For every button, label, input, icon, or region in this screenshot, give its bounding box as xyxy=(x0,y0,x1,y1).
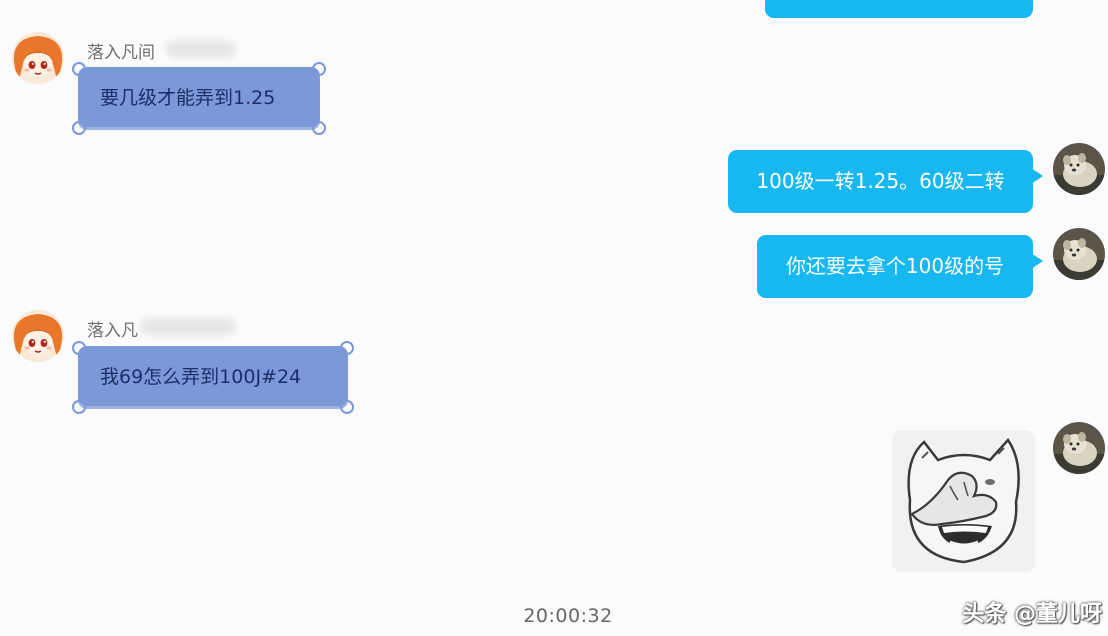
bubble-curl-decoration xyxy=(340,400,354,414)
redacted-name-blur xyxy=(166,40,236,58)
message-text: 100级一转1.25。60级二转 xyxy=(756,169,1005,193)
message-text: 你还要去拿个100级的号 xyxy=(785,254,1005,278)
incoming-message-bubble[interactable]: 要几级才能弄到1.25 xyxy=(72,62,326,135)
cartoon-girl-avatar-icon[interactable] xyxy=(12,32,64,84)
bubble-curl-decoration xyxy=(340,341,354,355)
redacted-name-blur xyxy=(140,318,236,336)
dog-photo-avatar-icon[interactable] xyxy=(1053,143,1105,195)
bubble-tail xyxy=(1031,253,1043,269)
bubble-curl-decoration xyxy=(72,400,86,414)
outgoing-message-bubble[interactable]: 你还要去拿个100级的号 xyxy=(757,235,1043,298)
dog-photo-avatar-icon[interactable] xyxy=(1053,228,1105,280)
bubble-curl-decoration xyxy=(72,62,86,76)
bubble-curl-decoration xyxy=(72,341,86,355)
covering-face-cat-sticker[interactable] xyxy=(892,430,1035,572)
watermark: 头条 @董儿呀 xyxy=(962,602,1102,627)
cartoon-girl-avatar-icon[interactable] xyxy=(12,310,64,362)
sender-name: 落入凡间 xyxy=(87,43,155,63)
bubble-curl-decoration xyxy=(312,62,326,76)
incoming-message-bubble[interactable]: 我69怎么弄到100J#24 xyxy=(72,341,354,414)
previous-outgoing-bubble xyxy=(765,0,1033,18)
message-text: 我69怎么弄到100J#24 xyxy=(100,366,302,388)
bubble-tail xyxy=(1031,168,1043,184)
bubble-curl-decoration xyxy=(312,121,326,135)
message-text: 要几级才能弄到1.25 xyxy=(100,87,276,109)
outgoing-message-bubble[interactable]: 100级一转1.25。60级二转 xyxy=(728,150,1043,213)
message-timestamp: 20:00:32 xyxy=(523,605,613,627)
dog-photo-avatar-icon[interactable] xyxy=(1053,422,1105,474)
bubble-curl-decoration xyxy=(72,121,86,135)
sender-name: 落入凡 xyxy=(87,321,138,341)
